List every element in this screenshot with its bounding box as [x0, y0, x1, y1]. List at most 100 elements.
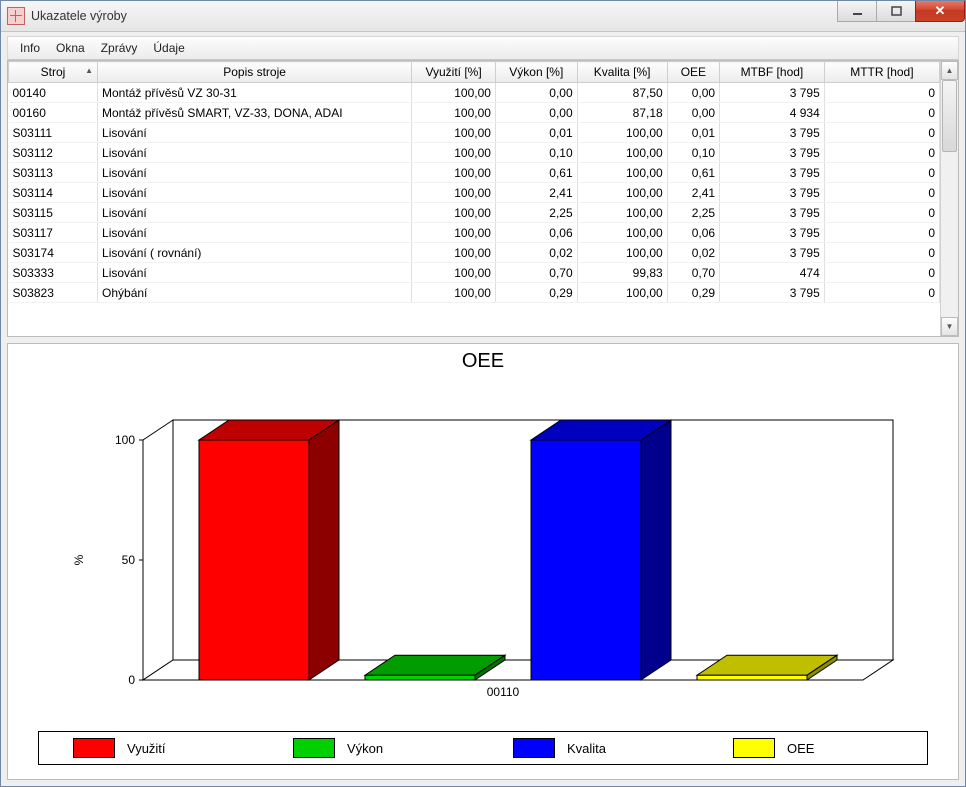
- chart-panel: OEE 050100%00110 VyužitíVýkonKvalitaOEE: [7, 343, 959, 780]
- table-cell: S03117: [9, 223, 98, 243]
- maximize-button[interactable]: [876, 1, 916, 22]
- table-cell: 0,06: [667, 223, 719, 243]
- scroll-track[interactable]: [941, 80, 958, 317]
- machines-table[interactable]: Stroj▲ Popis stroje Využití [%] Výkon [%…: [8, 61, 940, 303]
- table-row[interactable]: S03112Lisování100,000,10100,000,103 7950: [9, 143, 940, 163]
- table-cell: 0,02: [667, 243, 719, 263]
- table-cell: 100,00: [577, 223, 667, 243]
- table-cell: 0,00: [495, 83, 577, 103]
- table-row[interactable]: S03114Lisování100,002,41100,002,413 7950: [9, 183, 940, 203]
- table-row[interactable]: S03117Lisování100,000,06100,000,063 7950: [9, 223, 940, 243]
- table-cell: 2,41: [667, 183, 719, 203]
- table-cell: 2,25: [667, 203, 719, 223]
- legend-item: Výkon: [293, 738, 453, 758]
- table-cell: S03111: [9, 123, 98, 143]
- table-cell: 0,10: [495, 143, 577, 163]
- table-row[interactable]: S03115Lisování100,002,25100,002,253 7950: [9, 203, 940, 223]
- table-cell: Lisování: [98, 223, 412, 243]
- table-cell: 100,00: [412, 103, 496, 123]
- table-cell: 0,61: [495, 163, 577, 183]
- table-cell: 100,00: [577, 203, 667, 223]
- table-cell: Montáž přívěsů VZ 30-31: [98, 83, 412, 103]
- scroll-down-button[interactable]: ▼: [941, 317, 958, 336]
- table-cell: 100,00: [412, 283, 496, 303]
- table-cell: 100,00: [577, 283, 667, 303]
- menu-okna[interactable]: Okna: [48, 39, 93, 57]
- table-cell: 0,00: [667, 83, 719, 103]
- col-stroj[interactable]: Stroj▲: [9, 62, 98, 83]
- vertical-scrollbar[interactable]: ▲ ▼: [940, 61, 958, 336]
- close-button[interactable]: ✕: [915, 1, 965, 22]
- table-cell: Lisování: [98, 123, 412, 143]
- table-cell: 0,70: [667, 263, 719, 283]
- col-oee[interactable]: OEE: [667, 62, 719, 83]
- table-cell: 100,00: [577, 163, 667, 183]
- table-cell: 0: [824, 143, 939, 163]
- table-cell: 474: [720, 263, 825, 283]
- menubar: Info Okna Zprávy Údaje: [7, 36, 959, 60]
- table-cell: 100,00: [577, 123, 667, 143]
- table-row[interactable]: S03333Lisování100,000,7099,830,704740: [9, 263, 940, 283]
- table-cell: Ohýbání: [98, 283, 412, 303]
- table-cell: Lisování: [98, 203, 412, 223]
- table-cell: 100,00: [577, 243, 667, 263]
- table-cell: 0: [824, 83, 939, 103]
- svg-text:100: 100: [115, 433, 135, 447]
- data-grid: Stroj▲ Popis stroje Využití [%] Výkon [%…: [7, 60, 959, 337]
- col-popis[interactable]: Popis stroje: [98, 62, 412, 83]
- col-kvalita[interactable]: Kvalita [%]: [577, 62, 667, 83]
- col-mtbf[interactable]: MTBF [hod]: [720, 62, 825, 83]
- table-cell: 3 795: [720, 283, 825, 303]
- window-controls: ✕: [838, 1, 965, 23]
- table-cell: 0,00: [495, 103, 577, 123]
- legend-swatch: [513, 738, 555, 758]
- col-vykon[interactable]: Výkon [%]: [495, 62, 577, 83]
- table-row[interactable]: S03174Lisování ( rovnání)100,000,02100,0…: [9, 243, 940, 263]
- table-row[interactable]: S03111Lisování100,000,01100,000,013 7950: [9, 123, 940, 143]
- legend-swatch: [73, 738, 115, 758]
- table-cell: 2,41: [495, 183, 577, 203]
- titlebar: Ukazatele výroby ✕: [1, 1, 965, 32]
- legend-swatch: [733, 738, 775, 758]
- col-mttr[interactable]: MTTR [hod]: [824, 62, 939, 83]
- table-header-row: Stroj▲ Popis stroje Využití [%] Výkon [%…: [9, 62, 940, 83]
- table-cell: 100,00: [412, 223, 496, 243]
- table-cell: 3 795: [720, 143, 825, 163]
- svg-text:0: 0: [128, 673, 135, 687]
- table-cell: 3 795: [720, 243, 825, 263]
- table-cell: 0,10: [667, 143, 719, 163]
- table-cell: 2,25: [495, 203, 577, 223]
- table-cell: S03114: [9, 183, 98, 203]
- legend-item: OEE: [733, 738, 893, 758]
- table-cell: 0,02: [495, 243, 577, 263]
- table-cell: S03115: [9, 203, 98, 223]
- table-cell: 0,01: [495, 123, 577, 143]
- table-row[interactable]: 00160Montáž přívěsů SMART, VZ-33, DONA, …: [9, 103, 940, 123]
- table-row[interactable]: S03113Lisování100,000,61100,000,613 7950: [9, 163, 940, 183]
- table-cell: 0: [824, 103, 939, 123]
- legend-item: Kvalita: [513, 738, 673, 758]
- table-row[interactable]: 00140Montáž přívěsů VZ 30-31100,000,0087…: [9, 83, 940, 103]
- menu-zpravy[interactable]: Zprávy: [93, 39, 146, 57]
- table-cell: Lisování: [98, 163, 412, 183]
- table-cell: 0: [824, 183, 939, 203]
- minimize-button[interactable]: [837, 1, 877, 22]
- table-cell: 3 795: [720, 123, 825, 143]
- menu-info[interactable]: Info: [12, 39, 48, 57]
- legend-label: Výkon: [347, 741, 383, 756]
- table-row[interactable]: S03823Ohýbání100,000,29100,000,293 7950: [9, 283, 940, 303]
- scroll-up-button[interactable]: ▲: [941, 61, 958, 80]
- table-cell: 3 795: [720, 183, 825, 203]
- table-cell: 100,00: [412, 243, 496, 263]
- legend-item: Využití: [73, 738, 233, 758]
- menu-udaje[interactable]: Údaje: [145, 39, 192, 57]
- scroll-thumb[interactable]: [942, 80, 957, 152]
- table-cell: 0: [824, 283, 939, 303]
- table-cell: S03113: [9, 163, 98, 183]
- table-cell: Lisování: [98, 263, 412, 283]
- col-vyuziti[interactable]: Využití [%]: [412, 62, 496, 83]
- legend-label: Využití: [127, 741, 166, 756]
- col-stroj-label: Stroj: [41, 65, 66, 79]
- table-cell: Montáž přívěsů SMART, VZ-33, DONA, ADAI: [98, 103, 412, 123]
- table-cell: 0,06: [495, 223, 577, 243]
